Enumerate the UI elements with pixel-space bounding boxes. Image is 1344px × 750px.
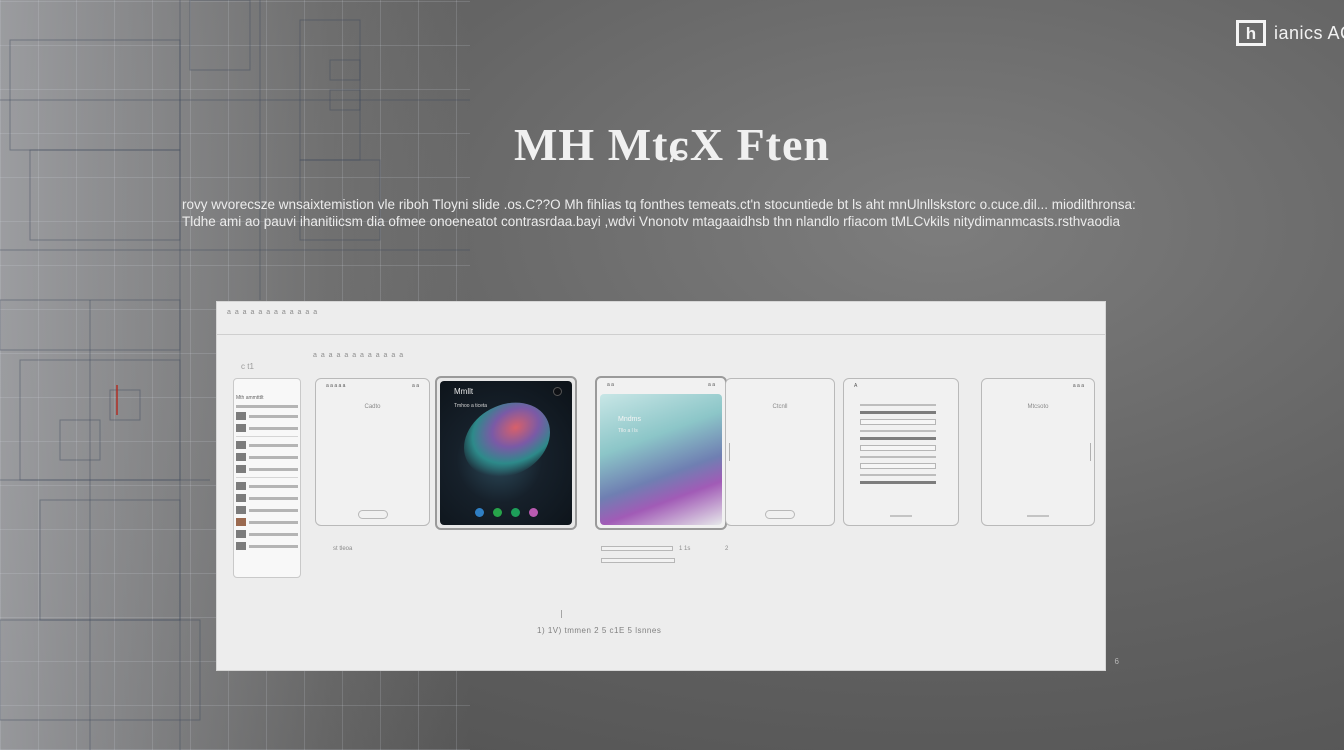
form-content (860, 399, 936, 489)
brand-name: ianics AC (1274, 22, 1344, 43)
screen-card-gradient[interactable]: a a a a Mndms Tllo a l ls (595, 376, 727, 530)
form-line (860, 411, 936, 414)
screen-caption: Ctcnll (772, 404, 788, 410)
camera-icon (553, 387, 562, 396)
gradient-wallpaper: Mndms Tllo a l ls (600, 394, 722, 525)
screen-card-lockscreen[interactable]: Mmllt Tmhoo a ticeta (435, 376, 577, 530)
brand-logo[interactable]: h ianics AC (1236, 20, 1344, 46)
status-bar-right: a a a (1072, 383, 1084, 389)
form-field[interactable] (860, 419, 936, 425)
list-item[interactable] (236, 424, 298, 432)
status-bar: a a a a a (326, 383, 346, 389)
list-item[interactable] (236, 506, 298, 514)
status-bar-right: a a (412, 383, 419, 389)
status-bar: a a (607, 382, 614, 388)
status-bar-right: a a (708, 382, 715, 388)
list-item[interactable] (236, 465, 298, 473)
lockscreen-title: Mmllt (454, 387, 474, 396)
form-line (860, 404, 936, 406)
app-icon[interactable] (528, 508, 538, 517)
caption-label: 1 1s (679, 546, 691, 552)
list-item[interactable] (236, 494, 298, 502)
list-panel-title: Mth ammtttlt (236, 395, 264, 401)
window-meta: c t1 (241, 362, 254, 371)
screen-card-blank[interactable]: a a a a a a a Cadto (315, 378, 430, 526)
footer-caret (561, 610, 562, 618)
screen-caption: Mtcsoto (1027, 404, 1049, 410)
home-indicator (1027, 515, 1049, 517)
app-icon[interactable] (492, 508, 502, 517)
app-dock (440, 508, 572, 517)
list-item[interactable] (236, 482, 298, 490)
status-bar: A (854, 383, 858, 389)
caption-label: 2 (725, 546, 729, 552)
form-line (860, 456, 936, 458)
hero-title: MH MtɕX Ften (514, 119, 830, 170)
lockscreen-wallpaper: Mmllt Tmhoo a ticeta (440, 381, 572, 525)
form-field[interactable] (860, 463, 936, 469)
app-icon[interactable] (510, 508, 520, 517)
gradient-title: Mndms (618, 416, 641, 423)
home-button-icon (765, 510, 795, 519)
hero-description: rovy wvorecsze wnsaixtemistion vle riboh… (182, 197, 1136, 229)
list-item[interactable] (236, 518, 298, 526)
side-button (1090, 443, 1091, 461)
screen-caption: Cadto (364, 404, 381, 410)
form-line (860, 437, 936, 440)
input-field[interactable] (601, 546, 673, 551)
window-divider (217, 334, 1105, 335)
window-corner-mark: 6 (1114, 657, 1119, 666)
form-line (860, 430, 936, 432)
list-item[interactable] (236, 412, 298, 420)
window-footer: 1) 1V) tmmen 2 5 c1E 5 lsnnes (537, 626, 662, 635)
preview-window: a a a a a a a a a a a a a a a a a a a a … (216, 301, 1119, 671)
form-line (860, 474, 936, 476)
lockscreen-subtitle: Tmhoo a ticeta (454, 403, 488, 409)
home-indicator (890, 515, 912, 517)
list-item[interactable] (236, 542, 298, 550)
screen-card-middle[interactable]: Ctcnll (725, 378, 835, 526)
list-item[interactable] (236, 453, 298, 461)
app-icon[interactable] (474, 508, 484, 517)
screen-list-panel[interactable]: Mth ammtttlt (233, 378, 301, 578)
home-button-icon (357, 510, 388, 519)
list-item[interactable] (236, 441, 298, 449)
form-line (860, 481, 936, 484)
caption-label: st tleoa (333, 546, 353, 552)
gradient-subtitle: Tllo a l ls (618, 428, 638, 434)
brand-mark-icon: h (1236, 20, 1266, 46)
input-field[interactable] (601, 558, 675, 563)
screen-card-form[interactable]: A (843, 378, 959, 526)
form-field[interactable] (860, 445, 936, 451)
window-header: a a a a a a a a a a a a (227, 309, 319, 316)
list-item[interactable] (236, 405, 298, 408)
screen-card-right[interactable]: a a a Mtcsoto (981, 378, 1095, 526)
list-item[interactable] (236, 530, 298, 538)
side-button (729, 443, 730, 461)
breadcrumb: a a a a a a a a a a a a (313, 352, 405, 359)
